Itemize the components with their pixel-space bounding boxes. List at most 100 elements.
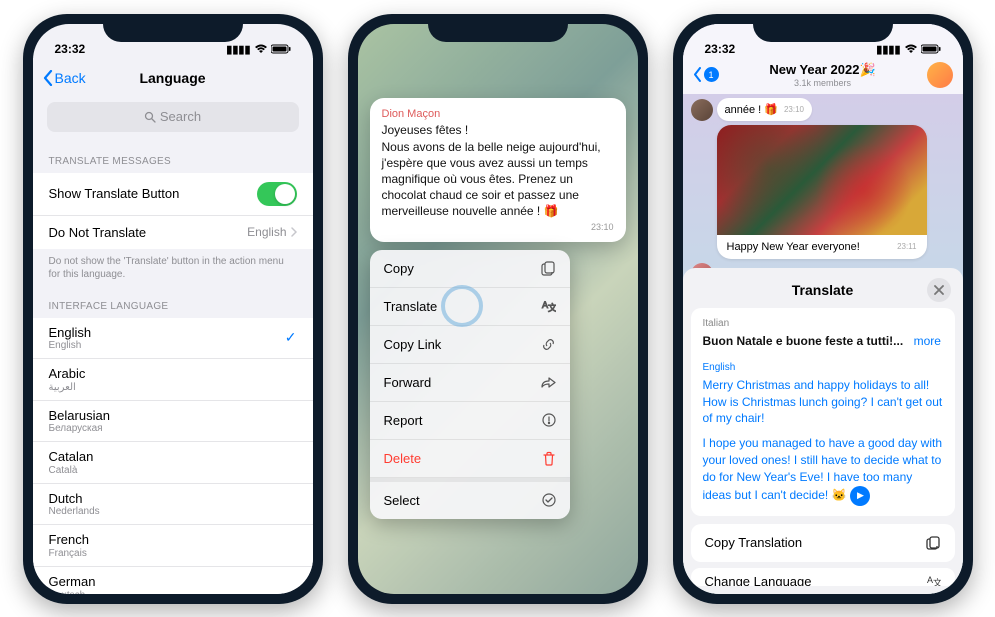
speak-button[interactable]: ▶ [850,486,870,506]
copy-icon [925,535,941,551]
chat-header: 1 New Year 2022🎉 3.1k members [683,58,963,94]
language-row[interactable]: DutchNederlands [33,484,313,526]
search-icon [144,111,156,123]
signal-icon: ▮▮▮▮ [876,43,900,56]
message-time: 23:10 [382,222,614,232]
copy-translation-button[interactable]: Copy Translation [691,524,955,562]
menu-delete[interactable]: Delete [370,440,570,478]
message-time: 23:11 [897,242,916,251]
page-title: Language [139,70,205,86]
wifi-icon [904,44,918,54]
nav-bar: Back Language [33,58,313,98]
close-button[interactable] [927,278,951,302]
language-list: EnglishEnglish✓ArabicالعربيةBelarusianБе… [33,318,313,594]
change-language-button[interactable]: Change Language A文 [691,568,955,586]
language-native: Català [49,465,94,476]
message-body: Joyeuses fêtes ! Nous avons de la belle … [382,122,614,219]
toggle-show-translate[interactable] [257,182,297,206]
menu-copy-link[interactable]: Copy Link [370,326,570,364]
language-name: Arabic [49,366,86,382]
photo-attachment [717,125,927,235]
phone-translate-sheet: 23:32 ▮▮▮▮ 1 New Year 2022🎉 3.1k members [673,14,973,604]
language-row[interactable]: EnglishEnglish ✓ [33,318,313,360]
photo-caption-text: Happy New Year everyone! [727,241,860,253]
battery-icon [921,44,941,54]
more-link[interactable]: more [914,334,941,348]
translation-block: Italian Buon Natale e buone feste a tutt… [691,308,955,516]
language-row[interactable]: FrenchFrançais [33,525,313,567]
menu-report[interactable]: Report [370,402,570,440]
chat-title: New Year 2022🎉 [719,62,927,78]
footer-note: Do not show the 'Translate' button in th… [33,249,313,287]
chat-subtitle: 3.1k members [719,78,927,88]
language-native: Deutsch [49,590,96,594]
language-name: Catalan [49,449,94,465]
message-preview-card: Dion Maçon Joyeuses fêtes ! Nous avons d… [370,98,626,241]
translated-text: Merry Christmas and happy holidays to al… [703,377,943,506]
status-time: 23:32 [705,42,736,56]
language-name: Belarusian [49,408,110,424]
context-menu: Copy Translate A文 Copy Link Forward Repo… [370,250,570,519]
photo-message[interactable]: Happy New Year everyone! 23:11 [717,125,927,259]
original-text: Buon Natale e buone feste a tutti!... [703,334,904,348]
status-time: 23:32 [55,42,86,56]
section-header-translate: TRANSLATE MESSAGES [33,142,313,173]
report-icon [542,413,556,427]
phone-language-settings: 23:32 ▮▮▮▮ Back Language Search TRANSLAT… [23,14,323,604]
forward-icon [540,376,556,389]
link-icon [541,337,556,352]
message-author: Dion Maçon [382,108,614,120]
menu-translate[interactable]: Translate A文 [370,288,570,326]
row-do-not-translate[interactable]: Do Not Translate English [33,216,313,249]
message-row[interactable]: année ! 🎁 23:10 [691,98,955,121]
check-icon: ✓ [285,329,297,346]
back-label: Back [55,70,86,86]
translate-icon: A文 [540,299,556,313]
language-name: French [49,532,89,548]
close-icon [934,285,944,295]
target-language-label: English [703,362,943,373]
chat-avatar[interactable] [927,62,953,88]
select-icon [542,493,556,507]
language-name: Dutch [49,491,100,507]
unread-badge: 1 [704,67,719,82]
chevron-right-icon [291,227,297,237]
row-label: Do Not Translate [49,225,147,240]
row-show-translate-button[interactable]: Show Translate Button [33,173,313,216]
svg-text:文: 文 [933,577,941,586]
language-name: English [49,325,92,341]
translate-sheet: Translate Italian Buon Natale e buone fe… [683,268,963,594]
message-time: 23:10 [784,105,804,114]
message-text: année ! 🎁 [725,103,778,116]
row-value: English [247,225,286,239]
sheet-title: Translate [792,282,853,298]
battery-icon [271,44,291,54]
language-row[interactable]: CatalanCatalà [33,442,313,484]
search-input[interactable]: Search [47,102,299,132]
original-language-label: Italian [703,318,943,329]
language-row[interactable]: BelarusianБеларуская [33,401,313,443]
menu-forward[interactable]: Forward [370,364,570,402]
chevron-left-icon [693,67,702,82]
chevron-left-icon [43,70,53,86]
search-placeholder: Search [160,109,201,124]
wifi-icon [254,44,268,54]
language-native: English [49,340,92,351]
trash-icon [542,451,556,466]
language-row[interactable]: Arabicالعربية [33,359,313,401]
language-row[interactable]: GermanDeutsch [33,567,313,593]
translate-icon: A文 [925,574,941,586]
phone-context-menu: Dion Maçon Joyeuses fêtes ! Nous avons d… [348,14,648,604]
language-native: Nederlands [49,506,100,517]
language-native: Français [49,548,89,559]
menu-select[interactable]: Select [370,478,570,519]
svg-text:文: 文 [548,302,556,313]
back-button[interactable]: 1 [693,67,719,82]
row-label: Show Translate Button [49,186,180,201]
language-native: Беларуская [49,423,110,434]
copy-icon [541,261,556,276]
menu-copy[interactable]: Copy [370,250,570,288]
notch [753,14,893,42]
language-native: العربية [49,382,86,393]
back-button[interactable]: Back [43,70,86,86]
